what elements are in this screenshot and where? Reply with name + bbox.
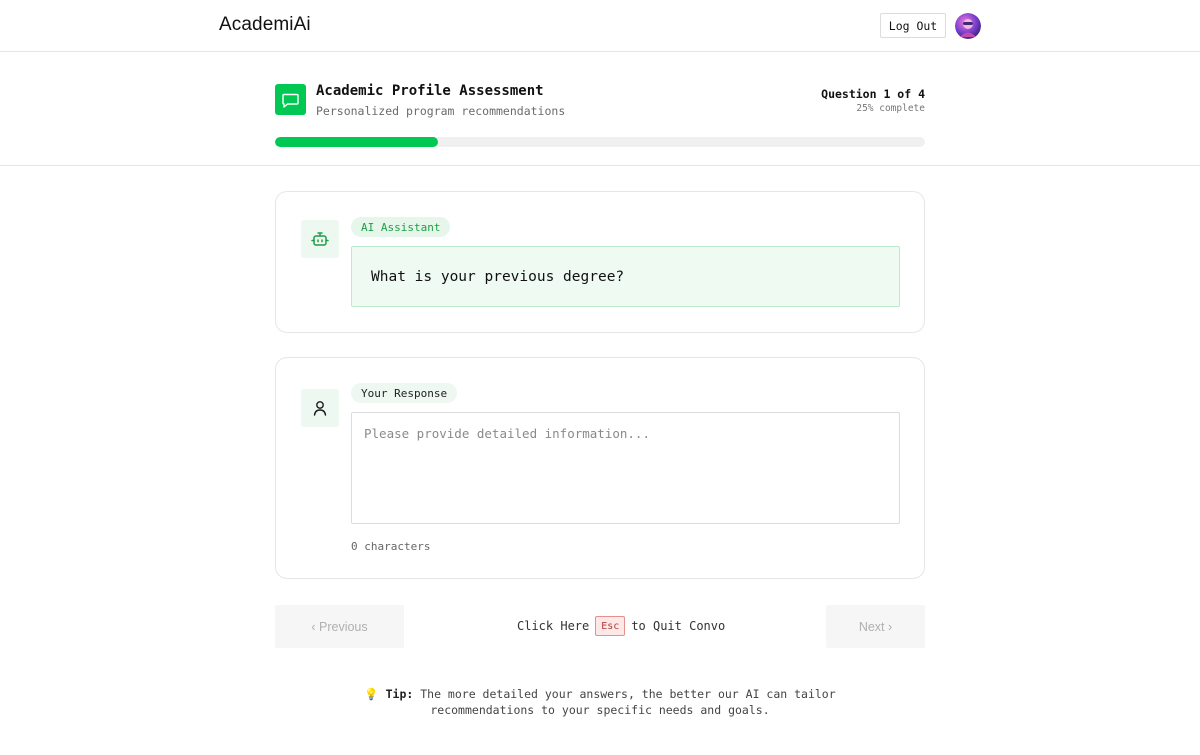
previous-button[interactable]: ‹ Previous	[275, 605, 404, 648]
next-button[interactable]: Next ›	[826, 605, 925, 648]
lightbulb-icon: 💡	[364, 687, 379, 701]
quit-suffix-text: to Quit Convo	[631, 619, 726, 633]
logout-button[interactable]: Log Out	[880, 13, 946, 38]
page-title: Academic Profile Assessment	[316, 83, 544, 99]
tip-line-1: The more detailed your answers, the bett…	[420, 687, 836, 701]
robot-icon	[301, 220, 339, 258]
avatar-image-icon	[955, 13, 981, 39]
response-card: Your Response 0 characters	[275, 357, 925, 579]
tip-line-2: recommendations to your specific needs a…	[430, 703, 770, 717]
tip-message: 💡 Tip: The more detailed your answers, t…	[300, 686, 900, 718]
tip-label: Tip:	[385, 687, 414, 701]
progress-bar-fill	[275, 137, 438, 147]
ai-assistant-label: AI Assistant	[351, 217, 451, 237]
percent-complete: 25% complete	[856, 103, 925, 114]
user-icon	[301, 389, 339, 427]
chat-bubble-icon	[275, 84, 306, 115]
ai-question-text: What is your previous degree?	[351, 246, 900, 307]
progress-bar	[275, 137, 925, 147]
quit-prefix-text: Click Here	[517, 619, 590, 633]
top-navbar: AcademiAi Log Out	[0, 0, 1200, 52]
character-count: 0 characters	[351, 540, 431, 553]
assessment-header: Academic Profile Assessment Personalized…	[0, 52, 1200, 166]
quit-convo-hint[interactable]: Click Here Esc to Quit Convo	[517, 616, 725, 636]
response-textarea[interactable]	[351, 412, 900, 524]
brand-logo-text[interactable]: AcademiAi	[219, 14, 311, 36]
page-subtitle: Personalized program recommendations	[316, 104, 566, 118]
question-counter: Question 1 of 4	[821, 87, 925, 101]
esc-key-badge[interactable]: Esc	[595, 616, 626, 636]
your-response-label: Your Response	[351, 383, 458, 403]
user-avatar[interactable]	[955, 13, 981, 39]
ai-question-card: AI Assistant What is your previous degre…	[275, 191, 925, 333]
